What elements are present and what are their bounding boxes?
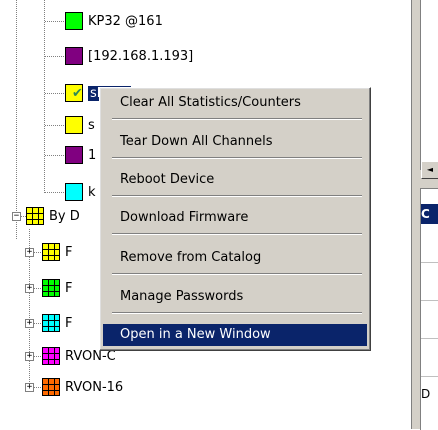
details-top-area: [420, 0, 438, 170]
device-status-icon: ✔: [65, 84, 83, 102]
device-status-icon: [65, 12, 83, 30]
group-grid-icon: [42, 279, 60, 297]
tree-node-label: [192.168.1.193]: [88, 48, 194, 64]
tree-node-1[interactable]: 1: [65, 144, 96, 166]
details-pane: ◄ C D: [411, 0, 438, 430]
tree-node-ip[interactable]: [192.168.1.193]: [65, 45, 193, 67]
context-menu: Clear All Statistics/Counters Tear Down …: [99, 87, 371, 351]
tree-subgroup[interactable]: F: [42, 241, 72, 263]
tree-node-label: 1: [88, 147, 97, 163]
device-status-icon: [65, 183, 83, 201]
tree-node-kp32[interactable]: KP32 @161: [65, 10, 163, 32]
collapse-toggle-icon[interactable]: −: [12, 212, 21, 221]
expand-toggle-icon[interactable]: +: [25, 319, 34, 328]
menu-item-open-new-window[interactable]: Open in a New Window: [103, 324, 367, 346]
scroll-left-arrow-icon[interactable]: ◄: [421, 161, 438, 179]
tree-node-s[interactable]: s: [65, 114, 95, 136]
group-grid-icon: [42, 243, 60, 261]
tree-node-label: KP32 @161: [88, 13, 163, 29]
menu-item-reboot-device[interactable]: Reboot Device: [103, 169, 367, 191]
group-grid-icon: [42, 347, 60, 365]
menu-item-download-firmware[interactable]: Download Firmware: [103, 207, 367, 229]
menu-item-manage-passwords[interactable]: Manage Passwords: [103, 286, 367, 308]
expand-toggle-icon[interactable]: +: [25, 383, 34, 392]
menu-item-clear-statistics[interactable]: Clear All Statistics/Counters: [103, 92, 367, 114]
tree-subgroup-label: F: [65, 315, 73, 331]
tree-node-label: k: [88, 184, 96, 200]
group-grid-icon: [42, 378, 60, 396]
tree-node-k[interactable]: k: [65, 181, 96, 203]
device-status-icon: [65, 116, 83, 134]
tree-subgroup-label: RVON-16: [65, 379, 124, 395]
check-icon: ✔: [72, 86, 83, 101]
expand-toggle-icon[interactable]: +: [25, 248, 34, 257]
tree-subgroup[interactable]: F: [42, 312, 72, 334]
tree-subgroup-label: F: [65, 280, 73, 296]
menu-item-remove-from-catalog[interactable]: Remove from Catalog: [103, 247, 367, 269]
expand-toggle-icon[interactable]: +: [25, 284, 34, 293]
group-grid-icon: [42, 314, 60, 332]
expand-toggle-icon[interactable]: +: [25, 352, 34, 361]
tree-subgroup-label: F: [65, 244, 73, 260]
menu-item-tear-down-channels[interactable]: Tear Down All Channels: [103, 131, 367, 153]
group-grid-icon: [26, 207, 44, 225]
tree-group-by-d[interactable]: By D: [26, 205, 80, 227]
tree-node-label: s: [88, 117, 95, 133]
details-row-label: D: [421, 387, 431, 401]
tree-subgroup-rvon-16[interactable]: RVON-16: [42, 376, 123, 398]
tree-subgroup[interactable]: F: [42, 277, 72, 299]
device-status-icon: [65, 47, 83, 65]
tree-group-label: By D: [49, 208, 80, 224]
selected-grid-cell[interactable]: C: [421, 204, 438, 224]
device-status-icon: [65, 146, 83, 164]
